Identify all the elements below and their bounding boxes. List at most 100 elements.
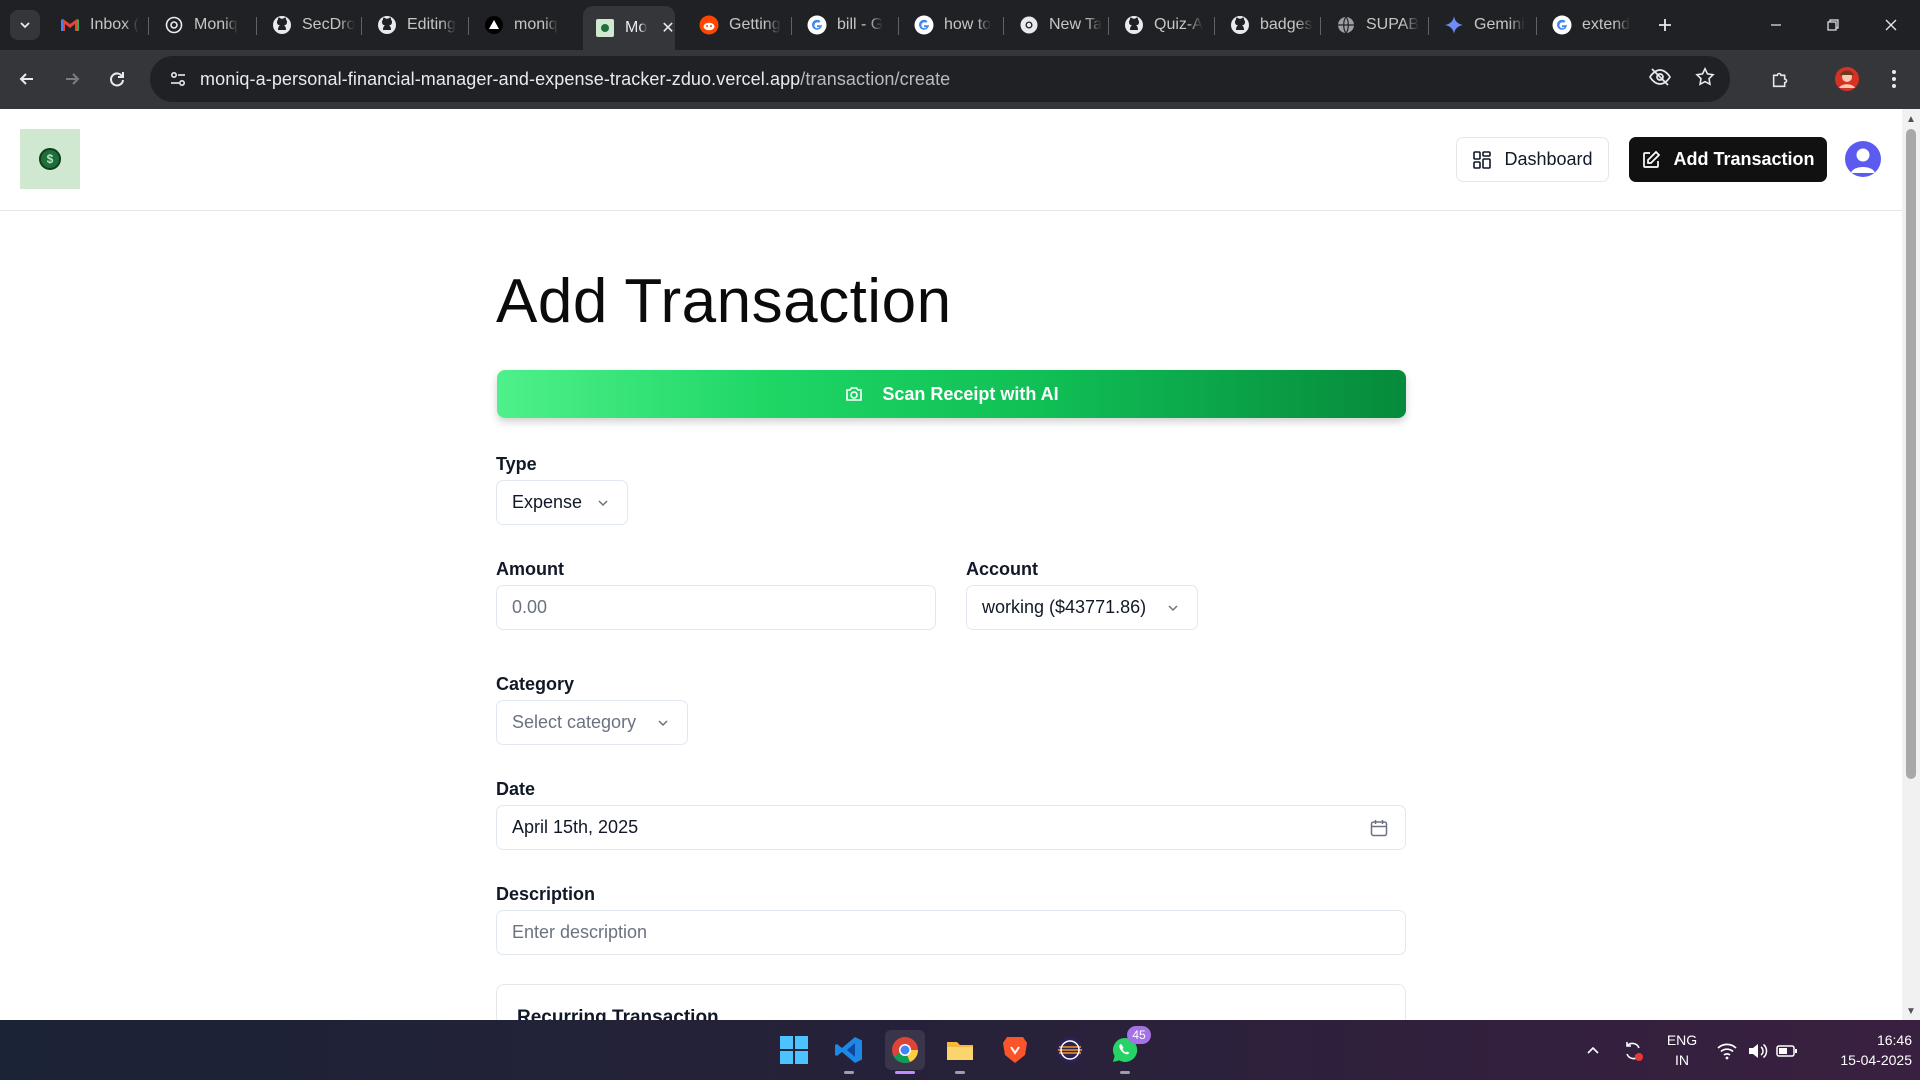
- browser-tab[interactable]: SecDro: [260, 8, 357, 42]
- chevron-down-icon: [598, 500, 608, 507]
- plus-icon: [1659, 19, 1671, 31]
- browser-tab[interactable]: Mo ✕: [583, 6, 675, 50]
- tab-separator: [1003, 17, 1004, 35]
- scroll-up-arrow-icon[interactable]: ▲: [1905, 113, 1917, 125]
- volume-icon[interactable]: [1746, 1040, 1768, 1062]
- language-indicator[interactable]: ENG IN: [1662, 1030, 1702, 1070]
- tune-icon: [170, 71, 186, 87]
- close-icon: [1885, 19, 1897, 31]
- browser-tab[interactable]: badges: [1218, 8, 1316, 42]
- openai-icon: [164, 15, 184, 35]
- whatsapp-taskbar-app[interactable]: 45: [1105, 1026, 1151, 1074]
- browser-tab[interactable]: Gemini: [1432, 8, 1532, 42]
- profile-avatar-icon: [1835, 67, 1859, 91]
- scroll-down-arrow-icon[interactable]: ▼: [1905, 1005, 1917, 1017]
- github-icon: [377, 15, 397, 35]
- eclipse-icon: [1057, 1037, 1083, 1063]
- date-value: April 15th, 2025: [512, 817, 639, 837]
- category-select[interactable]: Select category: [496, 700, 688, 745]
- browser-tab[interactable]: how to: [902, 8, 999, 42]
- browser-tab-label: Editing: [407, 16, 456, 33]
- battery-icon[interactable]: [1776, 1040, 1798, 1062]
- sync-alert-icon[interactable]: [1622, 1040, 1644, 1062]
- browser-tab[interactable]: extend: [1540, 8, 1636, 42]
- back-button[interactable]: [12, 64, 42, 94]
- profile-button[interactable]: [1832, 64, 1862, 94]
- brave-taskbar-app[interactable]: [995, 1030, 1035, 1070]
- new-tab-button[interactable]: [1650, 10, 1680, 40]
- running-indicator: [1120, 1071, 1130, 1074]
- bookmark-star-icon[interactable]: [1694, 66, 1716, 93]
- reload-icon: [110, 72, 124, 87]
- browser-tab-label: Quiz-A: [1154, 16, 1203, 33]
- amount-input[interactable]: 0.00: [496, 585, 936, 630]
- active-indicator: [895, 1071, 915, 1074]
- browser-tab-label: SUPAB: [1366, 16, 1420, 33]
- start-button[interactable]: [774, 1030, 814, 1070]
- chevron-up-icon[interactable]: [1582, 1040, 1604, 1062]
- browser-tab[interactable]: moniq: [472, 8, 574, 42]
- tab-search-button[interactable]: [10, 10, 40, 40]
- browser-tab[interactable]: Moniq: [152, 8, 252, 42]
- running-indicator: [844, 1071, 854, 1074]
- gemini-icon: [1444, 15, 1464, 35]
- camera-icon: [846, 387, 863, 401]
- forward-button[interactable]: [57, 64, 87, 94]
- file-explorer-taskbar-app[interactable]: [940, 1030, 980, 1074]
- scan-receipt-label: Scan Receipt with AI: [882, 383, 1059, 404]
- restore-icon: [1827, 19, 1839, 31]
- dashboard-button[interactable]: Dashboard: [1456, 137, 1609, 182]
- close-window-button[interactable]: [1871, 10, 1911, 40]
- description-input[interactable]: Enter description: [496, 910, 1406, 955]
- reload-button[interactable]: [102, 64, 132, 94]
- browser-tab[interactable]: New Ta: [1007, 8, 1104, 42]
- restore-button[interactable]: [1813, 10, 1853, 40]
- user-avatar[interactable]: [1845, 141, 1881, 177]
- site-info-button[interactable]: [156, 56, 200, 102]
- page-scrollbar[interactable]: ▲ ▼: [1902, 109, 1920, 1020]
- github-icon: [1230, 15, 1250, 35]
- layout-dashboard-icon: [1473, 150, 1492, 169]
- windows-taskbar: 45 ENG IN 16:46 15-04-2025: [0, 1020, 1920, 1080]
- minimize-button[interactable]: [1756, 10, 1796, 40]
- browser-tab[interactable]: SUPAB: [1324, 8, 1424, 42]
- pen-square-icon: [1643, 150, 1661, 168]
- browser-tab-label: how to: [944, 16, 992, 33]
- browser-tab[interactable]: bill - G: [795, 8, 894, 42]
- wifi-icon[interactable]: [1716, 1040, 1738, 1062]
- add-transaction-button[interactable]: Add Transaction: [1629, 137, 1827, 182]
- scan-receipt-button[interactable]: Scan Receipt with AI: [497, 370, 1406, 418]
- app-logo[interactable]: $: [20, 129, 80, 189]
- clock[interactable]: 16:46 15-04-2025: [1812, 1030, 1912, 1070]
- browser-menu-button[interactable]: [1879, 64, 1909, 94]
- eye-off-icon[interactable]: [1648, 65, 1672, 94]
- tab-separator: [1108, 17, 1109, 35]
- date-picker[interactable]: April 15th, 2025: [496, 805, 1406, 850]
- type-select[interactable]: Expense: [496, 480, 628, 525]
- eclipse-taskbar-app[interactable]: [1050, 1030, 1090, 1070]
- browser-tab[interactable]: Quiz-A: [1112, 8, 1210, 42]
- url-path: /transaction/create: [800, 68, 951, 89]
- browser-tab[interactable]: Inbox (: [48, 8, 144, 42]
- close-tab-icon[interactable]: ✕: [661, 18, 674, 38]
- vscode-taskbar-app[interactable]: [829, 1030, 869, 1074]
- browser-tab[interactable]: Getting: [687, 8, 787, 42]
- google-icon: [807, 15, 827, 35]
- account-select[interactable]: working ($43771.86): [966, 585, 1198, 630]
- google-icon: [1552, 15, 1572, 35]
- url-text: moniq-a-personal-financial-manager-and-e…: [200, 69, 950, 90]
- running-indicator: [955, 1071, 965, 1074]
- language-secondary: IN: [1675, 1052, 1689, 1068]
- recurring-transaction-title: Recurring Transaction: [517, 1007, 719, 1020]
- scrollbar-thumb[interactable]: [1906, 129, 1916, 779]
- tab-separator: [148, 17, 149, 35]
- recurring-transaction-card[interactable]: Recurring Transaction: [496, 984, 1406, 1020]
- amount-label: Amount: [496, 559, 564, 579]
- category-label: Category: [496, 674, 575, 694]
- page-content: $ Dashboard Add Transaction Add Transact…: [0, 109, 1902, 1020]
- chrome-taskbar-app[interactable]: [885, 1030, 925, 1074]
- browser-tab[interactable]: Editing: [365, 8, 464, 42]
- tab-separator: [898, 17, 899, 35]
- address-bar[interactable]: moniq-a-personal-financial-manager-and-e…: [150, 56, 1730, 102]
- extensions-button[interactable]: [1766, 64, 1796, 94]
